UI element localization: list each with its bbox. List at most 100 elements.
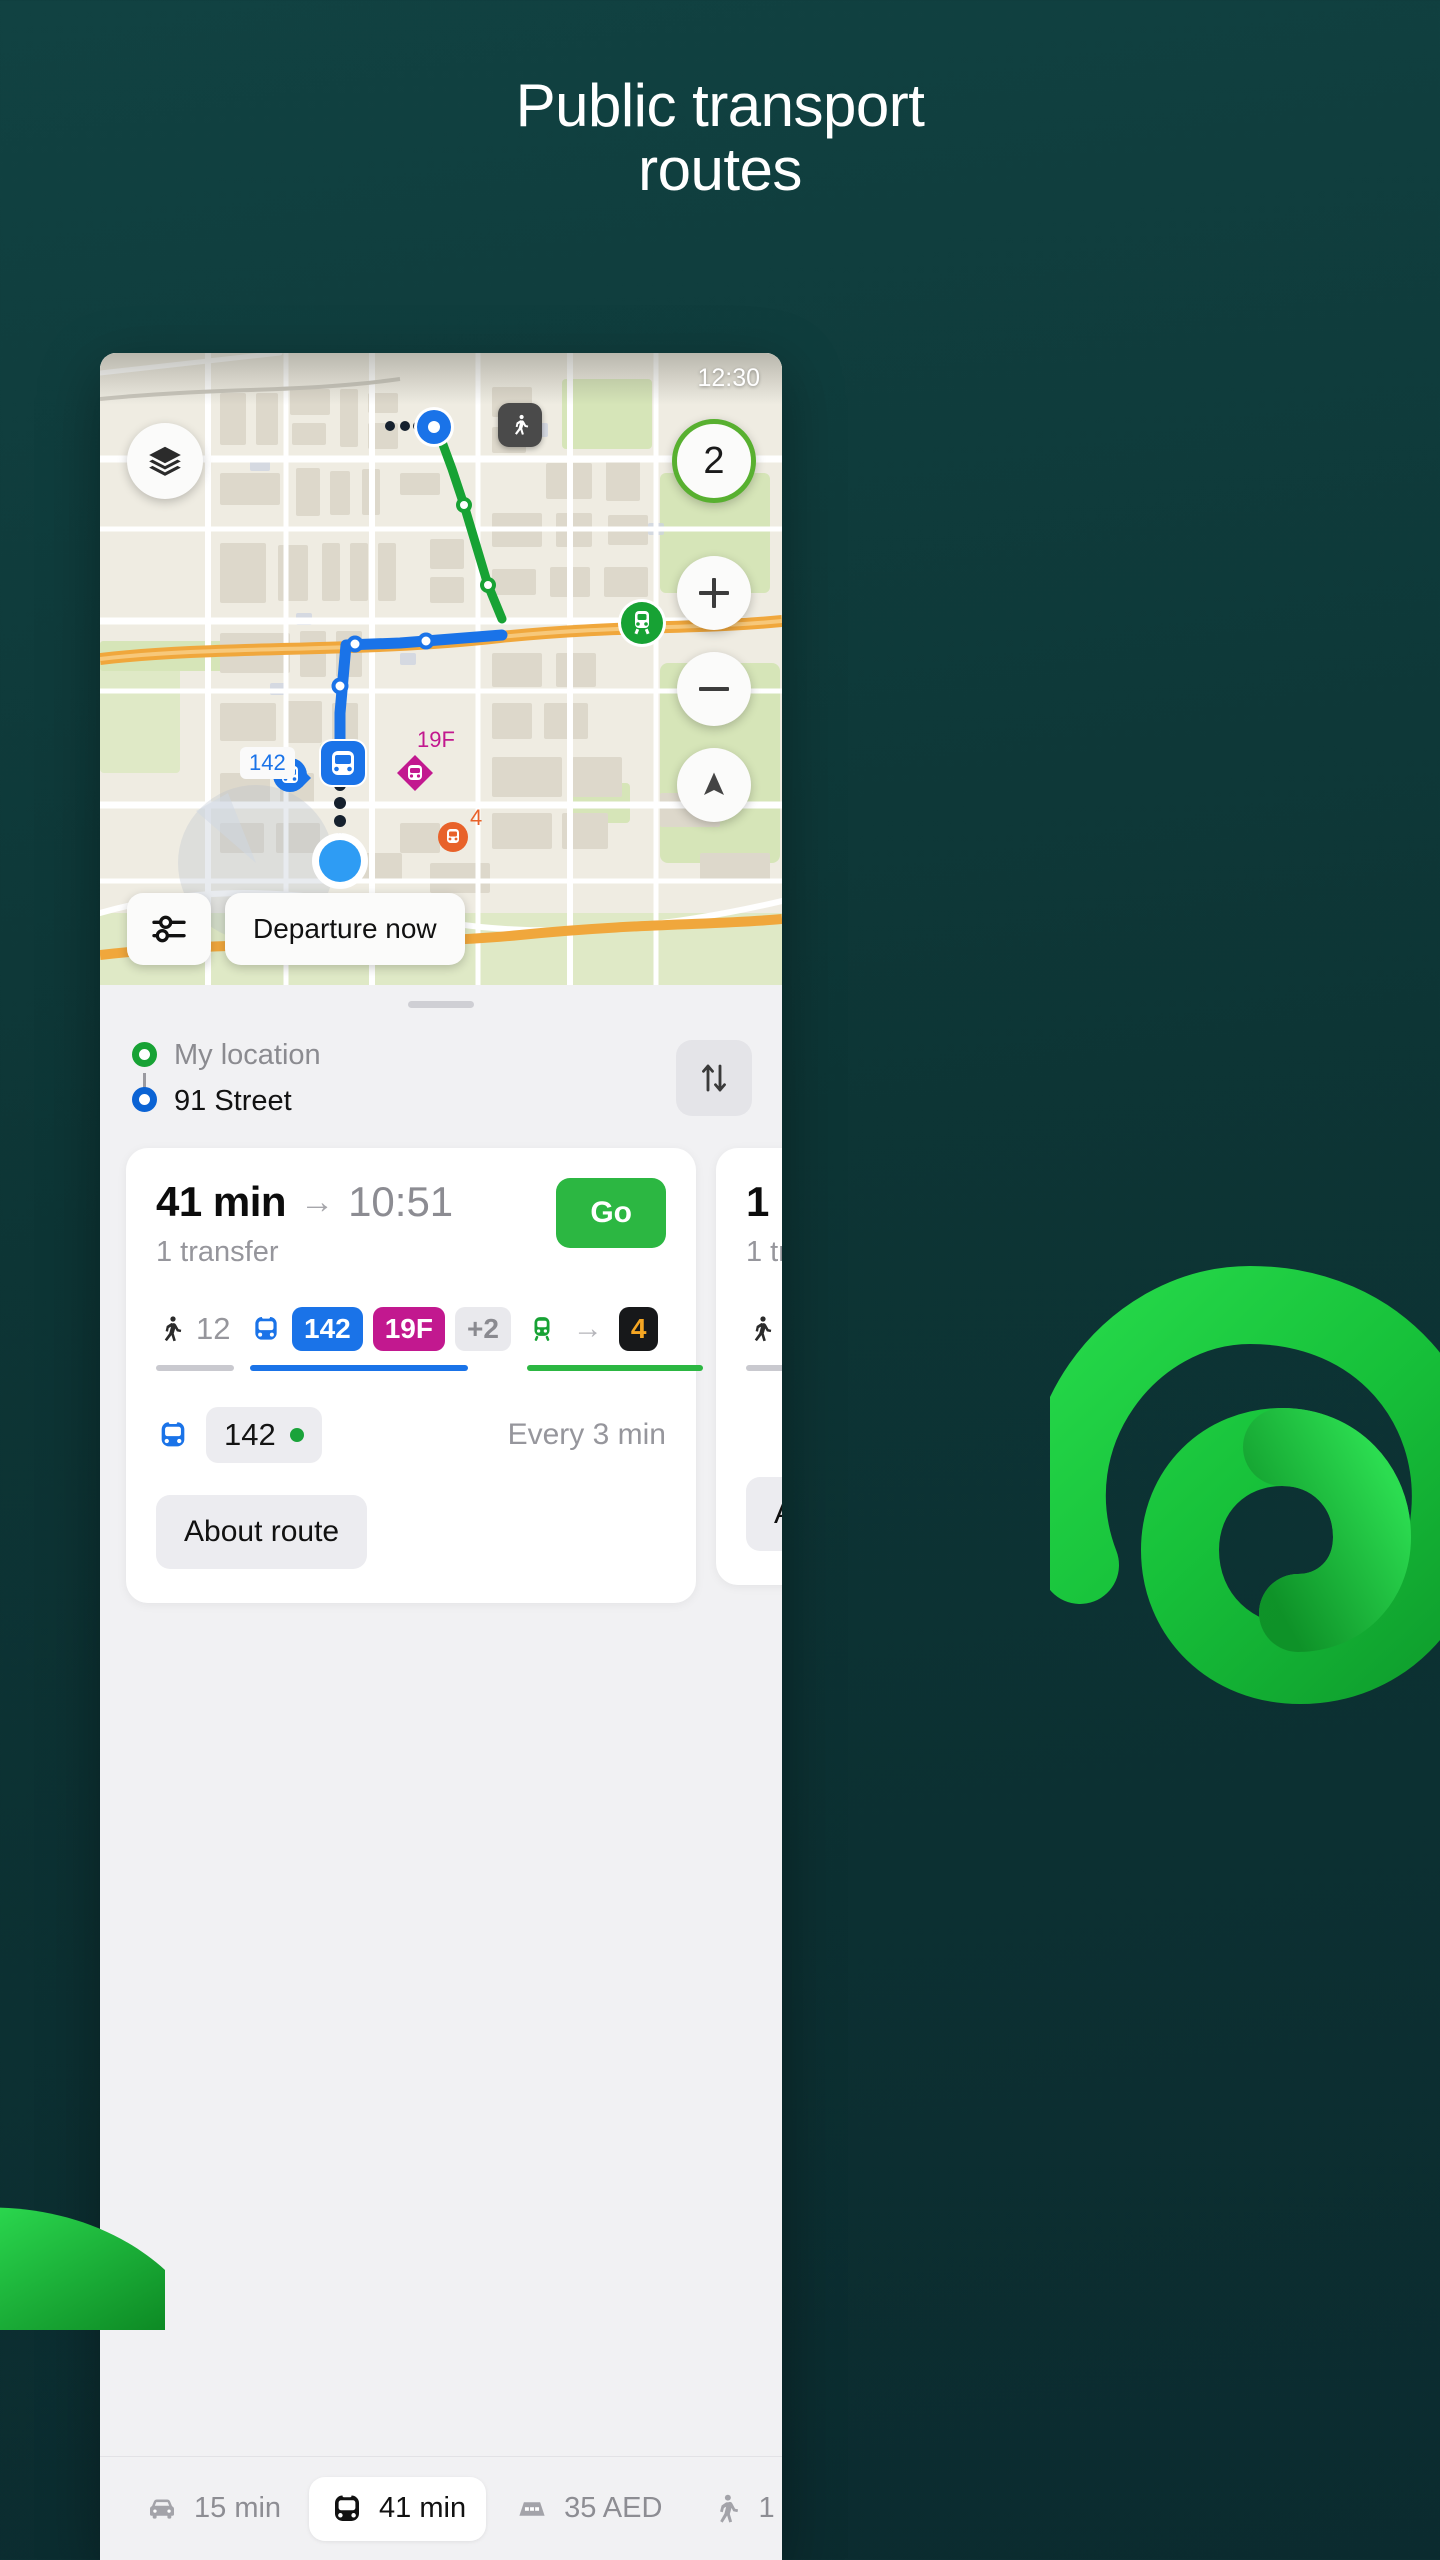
leg-walk-1-minutes: 12: [196, 1311, 231, 1346]
leg-walk-2-1-bar: [746, 1365, 782, 1371]
taxi-icon: [519, 2501, 545, 2516]
swap-endpoints-button[interactable]: [676, 1040, 752, 1116]
route-line-number: 142: [224, 1417, 276, 1452]
route-count-button[interactable]: 2: [672, 419, 756, 503]
live-status-dot-icon: [289, 1428, 304, 1442]
walk-icon: [515, 414, 529, 435]
badge-19f[interactable]: 19F: [372, 1307, 445, 1351]
map-view[interactable]: 12:30 142 19F 4 2 Departure now: [100, 353, 782, 985]
minus-icon: [699, 674, 729, 704]
route-card-header-2: 1 h 1 tra: [746, 1178, 782, 1269]
about-route-button-2[interactable]: Ab: [746, 1477, 782, 1551]
bus-icon: [161, 1421, 185, 1447]
tab-car-label: 15 min: [194, 2492, 282, 2524]
tab-transit[interactable]: 41 min: [309, 2476, 487, 2541]
route-transfers: 1 transfer: [156, 1236, 279, 1268]
train-station-marker[interactable]: [616, 597, 668, 649]
map-layers-button[interactable]: [127, 423, 203, 499]
bottom-sheet: My location 91 Street 41 min → 10:51 1 t…: [100, 985, 782, 2560]
destination-label: 91 Street: [174, 1084, 292, 1117]
route-arrival-time: 10:51: [348, 1178, 454, 1225]
leg-bus: 142 19F +2: [250, 1303, 527, 1371]
bus-icon: [335, 2493, 360, 2521]
leg-walk-1-bar: [156, 1365, 234, 1371]
route-line-chip[interactable]: 142: [206, 1407, 322, 1463]
route-line-info: 142 Every 3 min: [156, 1407, 666, 1463]
walk-marker[interactable]: [498, 403, 542, 447]
status-bar-time: 12:30: [697, 364, 760, 392]
leg-train-bar: [526, 1365, 703, 1371]
route-duration-2: 1 h: [746, 1178, 782, 1225]
walk-icon: [754, 1316, 772, 1342]
route-frequency: Every 3 min: [507, 1418, 666, 1451]
page-title: Public transport routes: [0, 72, 1440, 204]
arrow-right-icon: →: [300, 1183, 335, 1221]
leg-train: → 4: [526, 1303, 719, 1371]
tab-walk[interactable]: 1 h 20 m: [690, 2478, 782, 2540]
origin-row[interactable]: My location: [174, 1032, 321, 1078]
compass-icon: [704, 772, 724, 795]
plus-icon: [699, 578, 729, 608]
zoom-in-button[interactable]: [677, 556, 751, 630]
layers-icon: [149, 446, 181, 476]
map-top-shade: [100, 353, 782, 405]
map-label-19f: 19F: [417, 727, 455, 752]
compass-button[interactable]: [677, 748, 751, 822]
endpoints-section: My location 91 Street: [100, 1008, 782, 1140]
badge-4[interactable]: 4: [618, 1307, 659, 1351]
phone-mockup: 12:30 142 19F 4 2 Departure now My locat…: [100, 353, 782, 2560]
origin-dot-icon: [132, 1042, 157, 1067]
route-line-left: 142: [156, 1407, 322, 1463]
map-label-4: 4: [470, 805, 483, 830]
route-legs: 12 142 19F +2 → 4: [156, 1303, 782, 1371]
tab-walk-label: 1 h 20 m: [758, 2492, 782, 2524]
bus-stop-marker[interactable]: [318, 738, 368, 788]
swap-vertical-icon: [702, 1064, 726, 1092]
map-bottom-controls: Departure now: [127, 893, 465, 965]
page-title-line2: routes: [638, 136, 802, 204]
route-summary-2: 1 h 1 tra: [746, 1178, 782, 1269]
walk-icon: [164, 1316, 182, 1342]
destination-row[interactable]: 91 Street: [174, 1078, 321, 1124]
bus-icon: [255, 1315, 277, 1340]
route-duration-line: 41 min → 10:51: [156, 1178, 453, 1226]
leg-arrow-icon: →: [572, 1312, 603, 1345]
route-card-secondary[interactable]: 1 h 1 tra 1: [716, 1148, 782, 1585]
leg-walk-2-1: 1: [746, 1303, 782, 1371]
train-icon: [534, 1317, 550, 1341]
car-icon: [150, 2499, 174, 2519]
sliders-icon: [152, 915, 186, 943]
route-card-primary[interactable]: 41 min → 10:51 1 transfer Go 12 142 19F …: [126, 1148, 782, 1603]
map-label-142: 142: [240, 747, 295, 779]
destination-dot-icon: [132, 1087, 157, 1112]
route-transfers-2: 1 tra: [746, 1236, 782, 1268]
route-duration: 41 min: [156, 1178, 287, 1225]
tram-pin-4[interactable]: [436, 820, 470, 854]
decorative-green-ribbon: [1050, 1265, 1440, 1705]
departure-time-button[interactable]: Departure now: [225, 893, 465, 965]
leg-walk-1: 12: [156, 1303, 250, 1371]
page-title-line1: Public transport: [515, 72, 925, 139]
go-button[interactable]: Go: [556, 1178, 666, 1248]
bus-pin-19f[interactable]: [395, 753, 435, 793]
destination-marker: [414, 407, 454, 447]
tab-taxi-label: 35 AED: [564, 2492, 663, 2524]
route-summary: 41 min → 10:51 1 transfer: [156, 1178, 453, 1269]
about-route-button[interactable]: About route: [156, 1495, 368, 1569]
tab-taxi[interactable]: 35 AED: [494, 2477, 682, 2541]
tab-transit-label: 41 min: [379, 2492, 467, 2524]
badge-142[interactable]: 142: [292, 1307, 363, 1351]
tab-car[interactable]: 15 min: [124, 2477, 301, 2541]
origin-label: My location: [174, 1038, 321, 1071]
leg-bus-bar: [250, 1365, 468, 1371]
endpoint-list: My location 91 Street: [130, 1032, 321, 1124]
walk-icon: [720, 2494, 739, 2523]
route-cards: 41 min → 10:51 1 transfer Go 12 142 19F …: [100, 1140, 782, 1603]
zoom-out-button[interactable]: [677, 652, 751, 726]
my-location-marker: [312, 833, 368, 889]
sheet-grabber[interactable]: [408, 1001, 474, 1008]
badge-more[interactable]: +2: [454, 1307, 511, 1351]
route-filters-button[interactable]: [127, 893, 211, 965]
route-card-header: 41 min → 10:51 1 transfer Go: [156, 1178, 666, 1269]
transport-mode-tabs: 15 min 41 min 35 AED 1: [100, 2456, 782, 2560]
